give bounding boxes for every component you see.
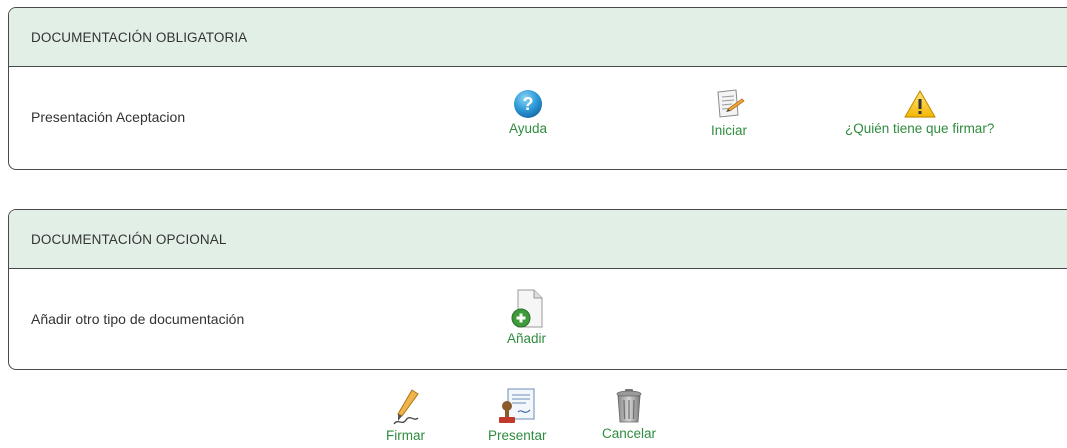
optional-panel-header: DOCUMENTACIÓN OPCIONAL [9, 210, 1067, 269]
add-button[interactable]: Añadir [507, 289, 546, 346]
who-signs-button[interactable]: ¿Quién tiene que firmar? [845, 89, 994, 136]
add-label: Añadir [507, 331, 547, 346]
submit-button[interactable]: Presentar [488, 388, 547, 443]
optional-documentation-panel: DOCUMENTACIÓN OPCIONAL Añadir otro tipo … [8, 209, 1067, 370]
cancel-label: Cancelar [602, 426, 657, 441]
who-signs-label: ¿Quién tiene que firmar? [845, 121, 995, 136]
help-button[interactable]: ? Ayuda [509, 89, 547, 136]
optional-row-label: Añadir otro tipo de documentación [31, 311, 245, 327]
document-add-icon [511, 289, 543, 328]
document-edit-icon [717, 89, 745, 118]
trash-icon [616, 389, 642, 423]
help-label: Ayuda [509, 121, 548, 136]
mandatory-panel-header: DOCUMENTACIÓN OBLIGATORIA [9, 8, 1067, 67]
form-actions: Firmar Presentar Cancelar [0, 388, 1067, 448]
optional-row: Añadir otro tipo de documentación Añadir [9, 269, 1067, 369]
sign-label: Firmar [386, 428, 425, 443]
svg-text:?: ? [523, 94, 534, 114]
mandatory-row: Presentación Aceptacion ? Ayuda Iniciar … [9, 67, 1067, 167]
pen-icon [392, 389, 419, 425]
mandatory-row-label: Presentación Aceptacion [31, 109, 186, 125]
sign-button[interactable]: Firmar [386, 388, 425, 443]
start-label: Iniciar [711, 123, 748, 138]
start-button[interactable]: Iniciar [711, 89, 747, 138]
stamp-document-icon [499, 388, 535, 423]
warning-icon [904, 90, 936, 118]
help-icon: ? [514, 90, 543, 118]
submit-label: Presentar [488, 428, 547, 443]
mandatory-documentation-panel: DOCUMENTACIÓN OBLIGATORIA Presentación A… [8, 7, 1067, 170]
cancel-button[interactable]: Cancelar [602, 388, 656, 441]
